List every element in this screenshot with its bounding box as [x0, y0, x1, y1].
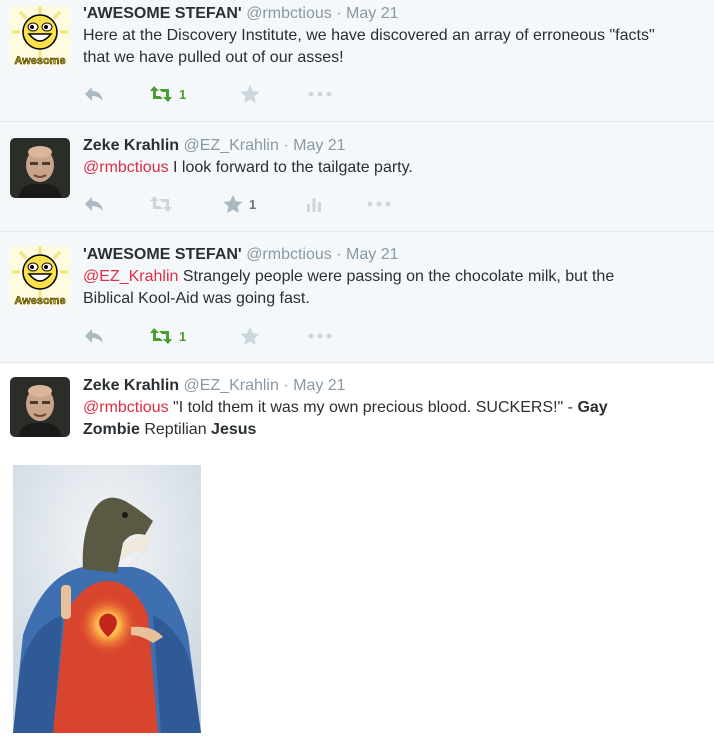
- reply-button[interactable]: [83, 326, 105, 346]
- retweet-button[interactable]: 1: [149, 326, 186, 346]
- tweet-content: Zeke Krahlin @EZ_Krahlin · May 21 @rmbct…: [83, 376, 708, 441]
- tweet-content: 'AWESOME STEFAN' @rmbctious · May 21 Her…: [83, 4, 708, 69]
- display-name[interactable]: Zeke Krahlin: [83, 137, 179, 154]
- tweet[interactable]: Zeke Krahlin @EZ_Krahlin · May 21 @rmbct…: [0, 122, 714, 232]
- star-icon: [240, 326, 260, 345]
- avatar-label: Awesome: [14, 295, 65, 306]
- reply-button[interactable]: [83, 194, 105, 214]
- tweet-text-line: that we have pulled out of our asses!: [83, 49, 344, 66]
- retweet-button[interactable]: [149, 194, 173, 214]
- retweet-count: 1: [179, 86, 187, 102]
- star-icon: [240, 84, 260, 103]
- more-dots-icon: [367, 201, 391, 207]
- star-icon: [223, 194, 243, 213]
- mention-link[interactable]: @rmbctious: [83, 399, 169, 416]
- user-photo-icon: [10, 138, 70, 198]
- more-dots-icon: [308, 91, 332, 97]
- user-handle[interactable]: @rmbctious: [246, 246, 332, 263]
- tweet-text: @rmbctious I look forward to the tailgat…: [83, 157, 708, 179]
- tweet-text-bold: Jesus: [211, 421, 257, 438]
- tweet-text: Here at the Discovery Institute, we have…: [83, 25, 708, 69]
- retweet-icon: [150, 328, 172, 344]
- favorite-button[interactable]: 1: [223, 194, 256, 214]
- retweet-icon: [150, 86, 172, 102]
- retweet-count: 1: [179, 328, 187, 344]
- separator-dot: ·: [283, 377, 289, 394]
- tweet-header: Zeke Krahlin @EZ_Krahlin · May 21: [83, 136, 708, 156]
- tweet-text-line: Strangely people were passing on the cho…: [178, 268, 615, 285]
- retweet-button[interactable]: 1: [149, 84, 186, 104]
- favorite-count: 1: [249, 196, 257, 212]
- avatar[interactable]: [10, 377, 70, 437]
- tweet-header: Zeke Krahlin @EZ_Krahlin · May 21: [83, 376, 708, 396]
- analytics-button[interactable]: [306, 194, 322, 214]
- reply-icon: [85, 197, 103, 211]
- more-button[interactable]: [367, 194, 391, 214]
- bar-chart-icon: [307, 198, 321, 212]
- tweet[interactable]: Awesome 'AWESOME STEFAN' @rmbctious · Ma…: [0, 0, 714, 122]
- tweet-date[interactable]: May 21: [293, 137, 345, 154]
- tweet-text-line: Reptilian: [139, 421, 212, 438]
- more-button[interactable]: [308, 84, 332, 104]
- tweet-date[interactable]: May 21: [293, 377, 345, 394]
- tweet-date[interactable]: May 21: [346, 246, 398, 263]
- user-handle[interactable]: @EZ_Krahlin: [183, 137, 278, 154]
- avatar[interactable]: [10, 138, 70, 198]
- user-handle[interactable]: @EZ_Krahlin: [183, 377, 278, 394]
- more-button[interactable]: [308, 326, 332, 346]
- tweet-text: @rmbctious "I told them it was my own pr…: [83, 397, 708, 441]
- raptor-jesus-illustration: [13, 465, 201, 733]
- separator-dot: ·: [336, 5, 342, 22]
- avatar[interactable]: Awesome: [10, 246, 70, 306]
- tweet[interactable]: Awesome 'AWESOME STEFAN' @rmbctious · Ma…: [0, 232, 714, 363]
- avatar-label: Awesome: [14, 55, 65, 66]
- separator-dot: ·: [283, 137, 289, 154]
- tweet-text-body: I look forward to the tailgate party.: [168, 159, 413, 176]
- reply-button[interactable]: [83, 84, 105, 104]
- display-name[interactable]: Zeke Krahlin: [83, 377, 179, 394]
- mention-link[interactable]: @rmbctious: [83, 159, 169, 176]
- avatar[interactable]: Awesome: [10, 6, 70, 66]
- tweet-header: 'AWESOME STEFAN' @rmbctious · May 21: [83, 245, 708, 265]
- reply-icon: [85, 87, 103, 101]
- awesome-face-icon: Awesome: [10, 6, 70, 66]
- tweet-text-bold: Gay: [577, 399, 608, 416]
- tweet-text: @EZ_Krahlin Strangely people were passin…: [83, 266, 708, 310]
- mention-link[interactable]: @EZ_Krahlin: [83, 268, 178, 285]
- reply-icon: [85, 329, 103, 343]
- tweet-date[interactable]: May 21: [346, 5, 398, 22]
- awesome-face-icon: Awesome: [10, 246, 70, 306]
- separator-dot: ·: [336, 246, 342, 263]
- tweet-media-image[interactable]: [13, 465, 201, 733]
- tweet-content: Zeke Krahlin @EZ_Krahlin · May 21 @rmbct…: [83, 136, 708, 179]
- more-dots-icon: [308, 333, 332, 339]
- favorite-button[interactable]: [240, 326, 260, 346]
- tweet-header: 'AWESOME STEFAN' @rmbctious · May 21: [83, 4, 708, 24]
- tweet-text-bold: Zombie: [83, 421, 140, 438]
- tweet-content: 'AWESOME STEFAN' @rmbctious · May 21 @EZ…: [83, 245, 708, 310]
- tweet-text-line: "I told them it was my own precious bloo…: [168, 399, 578, 416]
- retweet-icon: [150, 196, 172, 212]
- display-name[interactable]: 'AWESOME STEFAN': [83, 246, 242, 263]
- tweet-text-line: Biblical Kool-Aid was going fast.: [83, 290, 310, 307]
- favorite-button[interactable]: [240, 84, 260, 104]
- user-photo-icon: [10, 377, 70, 437]
- user-handle[interactable]: @rmbctious: [246, 5, 332, 22]
- tweet-text-line: Here at the Discovery Institute, we have…: [83, 27, 655, 44]
- display-name[interactable]: 'AWESOME STEFAN': [83, 5, 242, 22]
